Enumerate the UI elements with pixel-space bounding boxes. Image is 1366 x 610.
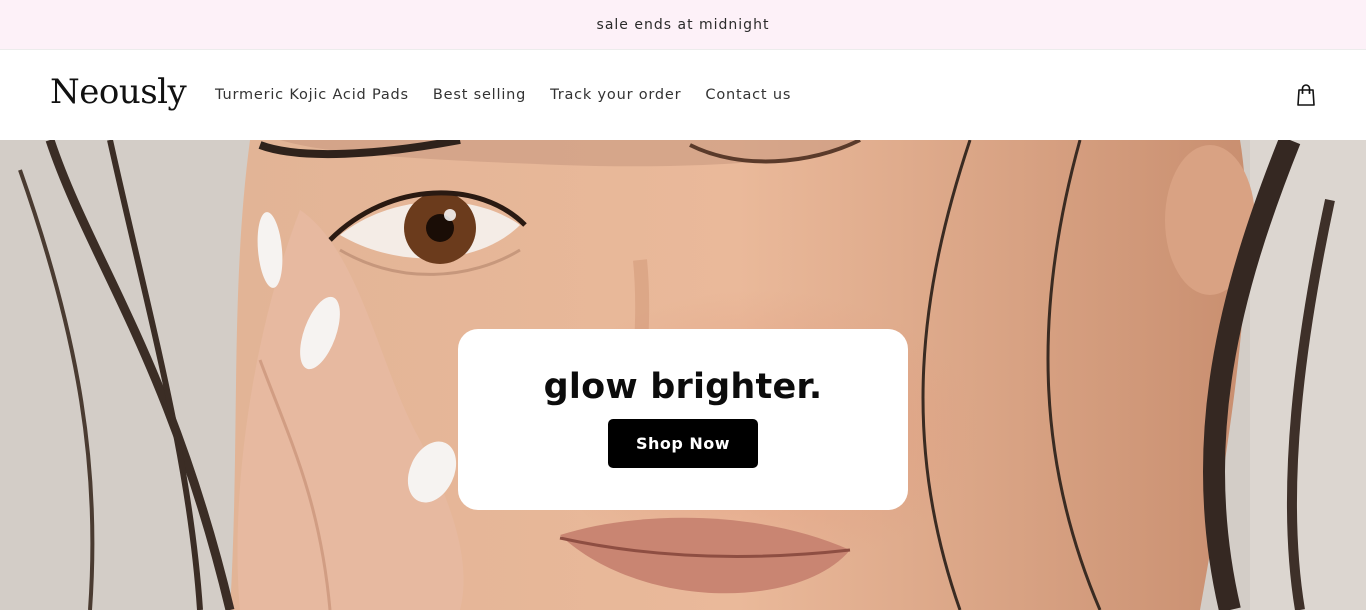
shop-now-button[interactable]: Shop Now (608, 419, 758, 468)
nav-item-contact-us[interactable]: Contact us (693, 79, 803, 111)
announcement-bar: sale ends at midnight (0, 0, 1366, 50)
promo-card: glow brighter. Shop Now (458, 329, 908, 510)
nav-item-turmeric-kojic-acid-pads[interactable]: Turmeric Kojic Acid Pads (203, 79, 421, 111)
main-nav: Turmeric Kojic Acid Pads Best selling Tr… (203, 50, 803, 140)
nav-item-best-selling[interactable]: Best selling (421, 79, 538, 111)
site-header: Neously Turmeric Kojic Acid Pads Best se… (0, 50, 1366, 140)
announcement-text: sale ends at midnight (596, 16, 770, 33)
hero-heading: glow brighter. (543, 367, 823, 407)
nav-item-track-your-order[interactable]: Track your order (538, 79, 693, 111)
cart-button[interactable] (1291, 80, 1321, 110)
hero-banner: glow brighter. Shop Now (0, 140, 1366, 610)
shopping-bag-icon (1297, 84, 1315, 106)
brand-logo[interactable]: Neously (50, 72, 187, 112)
